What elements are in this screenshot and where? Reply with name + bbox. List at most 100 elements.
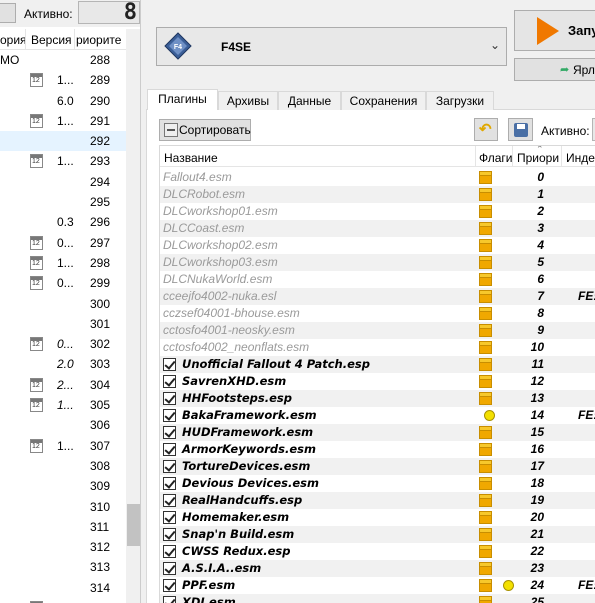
plugin-row[interactable]: DLCworkshop03.esm 5 — [160, 254, 595, 271]
mod-row[interactable]: 1... 307 — [0, 436, 126, 456]
mod-row[interactable]: 1... 291 — [0, 111, 126, 131]
mod-row[interactable]: 312 — [0, 537, 126, 557]
plugin-checkbox[interactable] — [163, 392, 176, 405]
plugin-checkbox[interactable] — [163, 545, 176, 558]
plugin-row[interactable]: DLCRobot.esm 1 — [160, 186, 595, 203]
plugin-row[interactable]: Fallout4.esm 0 — [160, 169, 595, 186]
mod-row[interactable]: 313 — [0, 557, 126, 577]
plugin-checkbox[interactable] — [163, 511, 176, 524]
column-header-flags[interactable]: Флаги — [479, 151, 512, 165]
sort-button[interactable]: Сортировать — [159, 119, 251, 141]
package-icon — [479, 494, 492, 507]
mod-row[interactable]: 6.0 290 — [0, 91, 126, 111]
plugin-checkbox[interactable] — [163, 375, 176, 388]
mod-row[interactable]: 311 — [0, 517, 126, 537]
mod-row[interactable]: MO 288 — [0, 50, 126, 70]
column-header-priority[interactable]: Приори — [517, 151, 559, 165]
plugin-row[interactable]: DLCworkshop01.esm 2 — [160, 203, 595, 220]
mod-row[interactable]: 314 — [0, 578, 126, 598]
plugin-row[interactable]: PPF.esm 24 FE: — [160, 577, 595, 594]
plugin-row[interactable]: CWSS Redux.esp 22 — [160, 543, 595, 560]
plugin-row[interactable]: cctosfo4001-neosky.esm 9 — [160, 322, 595, 339]
plugin-row[interactable]: DLCNukaWorld.esm 6 — [160, 271, 595, 288]
column-header-index[interactable]: Инде — [566, 151, 595, 165]
backup-button[interactable] — [508, 118, 533, 141]
plugin-row[interactable]: HHFootsteps.esp 13 — [160, 390, 595, 407]
mod-row[interactable]: 292 — [0, 131, 126, 152]
mod-row[interactable]: 1... 289 — [0, 70, 126, 90]
plugin-row[interactable]: Homemaker.esm 20 — [160, 509, 595, 526]
plugin-row[interactable]: ArmorKeywords.esm 16 — [160, 441, 595, 458]
plugin-row[interactable]: HUDFramework.esm 15 — [160, 424, 595, 441]
plugin-row[interactable]: cczsef04001-bhouse.esm 8 — [160, 305, 595, 322]
mod-row[interactable]: 300 — [0, 294, 126, 314]
plugin-checkbox[interactable] — [163, 596, 176, 603]
plugin-row[interactable]: Unofficial Fallout 4 Patch.esp 11 — [160, 356, 595, 373]
column-header-version[interactable]: Версия — [31, 33, 72, 47]
plugin-checkbox[interactable] — [163, 460, 176, 473]
plugin-row[interactable]: DLCCoast.esm 3 — [160, 220, 595, 237]
plugin-checkbox[interactable] — [163, 494, 176, 507]
left-toolbar-button[interactable] — [0, 3, 16, 23]
plugin-row[interactable]: DLCworkshop02.esm 4 — [160, 237, 595, 254]
plugin-priority: 2 — [537, 204, 544, 218]
mod-row[interactable]: 2... 304 — [0, 375, 126, 395]
mod-row[interactable]: 0... 302 — [0, 334, 126, 354]
plugin-checkbox[interactable] — [163, 426, 176, 439]
plugin-checkbox[interactable] — [163, 358, 176, 371]
plugin-row[interactable]: Snap'n Build.esm 21 — [160, 526, 595, 543]
mod-row[interactable]: 0... 299 — [0, 273, 126, 293]
mod-version: 1... — [57, 255, 74, 270]
column-header-priority[interactable]: риорите — [76, 33, 121, 47]
mod-row[interactable]: 301 — [0, 314, 126, 334]
tab-plugins[interactable]: Плагины — [147, 89, 218, 111]
tab-data[interactable]: Данные — [278, 91, 341, 110]
plugin-row[interactable]: XDI.esm 25 — [160, 594, 595, 603]
plugin-row[interactable]: RealHandcuffs.esp 19 — [160, 492, 595, 509]
shortcut-button[interactable]: ➦ Ярль — [514, 58, 595, 81]
mod-row[interactable]: 2.0 303 — [0, 354, 126, 374]
mod-row[interactable]: 308 — [0, 456, 126, 476]
plugin-row[interactable]: BakaFramework.esm 14 FE: — [160, 407, 595, 424]
mod-row[interactable]: 1... 293 — [0, 151, 126, 171]
plugin-row[interactable]: cceejfo4002-nuka.esl 7 FE: — [160, 288, 595, 305]
mod-row[interactable]: 306 — [0, 415, 126, 435]
mod-row[interactable]: 0.3 296 — [0, 212, 126, 232]
tab-saves[interactable]: Сохранения — [341, 91, 426, 110]
plugin-name: cctosfo4001-neosky.esm — [163, 323, 295, 337]
left-scrollbar-thumb[interactable] — [127, 504, 140, 546]
mod-row[interactable]: 309 — [0, 476, 126, 496]
mod-row[interactable]: 1...315 — [0, 598, 126, 603]
executable-select[interactable]: F4 F4SE ⌄ — [156, 27, 507, 66]
tab-downloads[interactable]: Загрузки — [426, 91, 494, 110]
plugin-checkbox[interactable] — [163, 562, 176, 575]
tab-archives[interactable]: Архивы — [218, 91, 278, 110]
plugin-checkbox[interactable] — [163, 528, 176, 541]
mod-priority: 303 — [90, 357, 111, 372]
mod-row[interactable]: 1... 298 — [0, 253, 126, 273]
mod-row[interactable]: 0... 297 — [0, 233, 126, 253]
plugin-checkbox[interactable] — [163, 443, 176, 456]
mod-row[interactable]: 295 — [0, 192, 126, 212]
left-scrollbar[interactable] — [126, 29, 140, 603]
package-icon — [479, 375, 492, 388]
plugin-row[interactable]: A.S.I.A..esm 23 — [160, 560, 595, 577]
column-header-name[interactable]: Название — [164, 151, 218, 165]
plugin-checkbox[interactable] — [163, 477, 176, 490]
column-header-category[interactable]: ория — [0, 33, 27, 47]
restore-button[interactable]: ↶ — [474, 118, 498, 141]
plugin-checkbox[interactable] — [163, 409, 176, 422]
plugin-row[interactable]: Devious Devices.esm 18 — [160, 475, 595, 492]
package-icon — [479, 443, 492, 456]
plugin-row[interactable]: cctosfo4002_neonflats.esm 10 — [160, 339, 595, 356]
calendar-icon — [30, 276, 43, 291]
mod-priority: 294 — [90, 174, 111, 189]
mod-priority: 311 — [90, 519, 110, 534]
plugin-row[interactable]: SavrenXHD.esm 12 — [160, 373, 595, 390]
plugin-row[interactable]: TortureDevices.esm 17 — [160, 458, 595, 475]
run-button[interactable]: Запу — [514, 10, 595, 51]
mod-row[interactable]: 294 — [0, 172, 126, 192]
plugin-checkbox[interactable] — [163, 579, 176, 592]
mod-row[interactable]: 310 — [0, 497, 126, 517]
mod-row[interactable]: 1... 305 — [0, 395, 126, 415]
